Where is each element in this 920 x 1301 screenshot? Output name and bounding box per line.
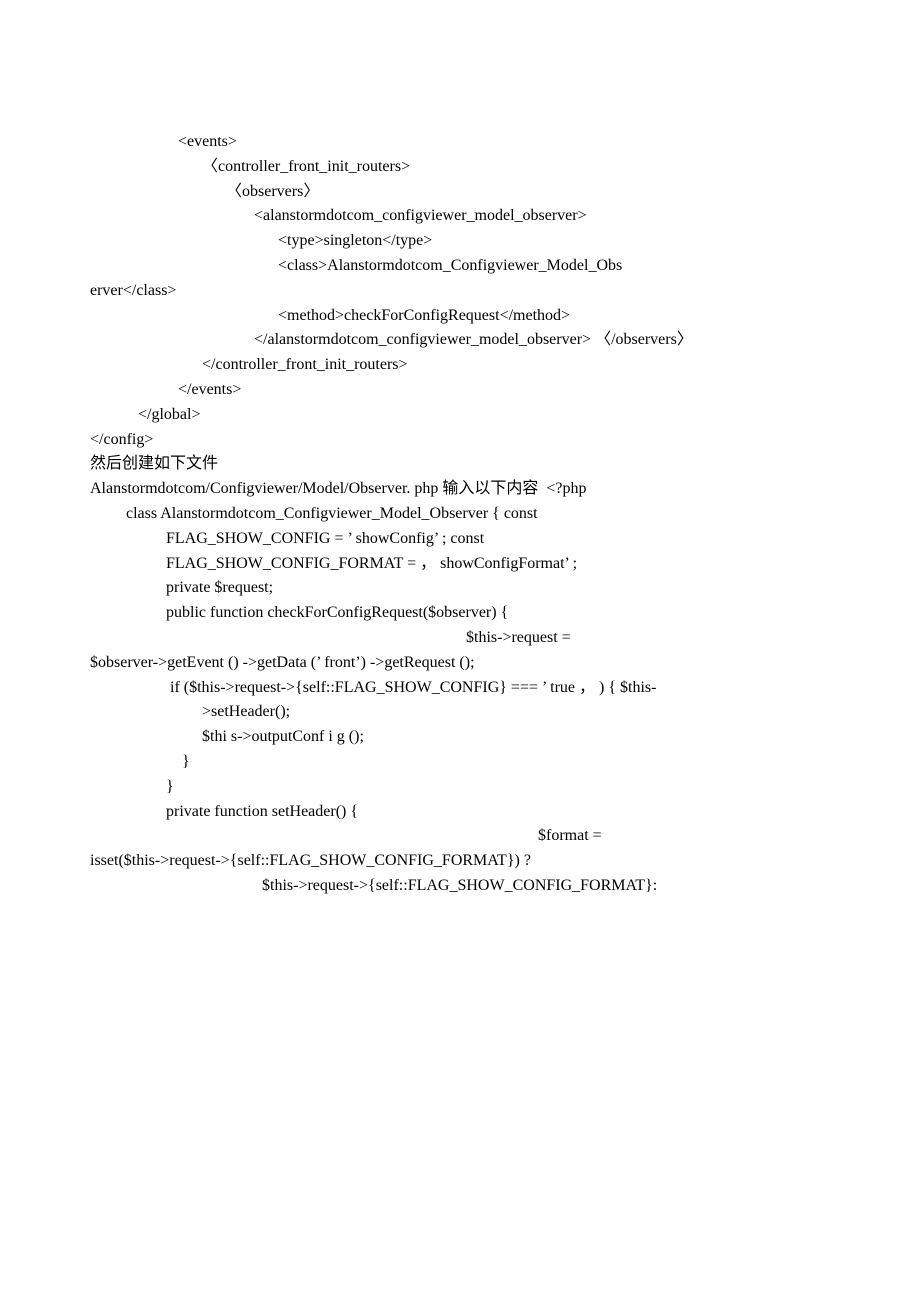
- code-line: >setHeader();: [90, 700, 830, 725]
- code-line: 〈observers〉: [90, 180, 830, 205]
- code-line: public function checkForConfigRequest($o…: [90, 601, 830, 626]
- code-line: private function setHeader() {: [90, 800, 830, 825]
- code-line: }: [90, 775, 830, 800]
- code-line: </alanstormdotcom_configviewer_model_obs…: [90, 328, 830, 353]
- code-line: $observer->getEvent () ->getData (’ fron…: [90, 651, 830, 676]
- code-line: $format =: [90, 824, 830, 849]
- code-line: </global>: [90, 403, 830, 428]
- document-page: <events> 〈controller_front_init_routers>…: [0, 0, 920, 1301]
- code-line: <events>: [90, 130, 830, 155]
- code-line: private $request;: [90, 576, 830, 601]
- code-line: 〈controller_front_init_routers>: [90, 155, 830, 180]
- code-line: </config>: [90, 428, 830, 453]
- code-line: $this->request->{self::FLAG_SHOW_CONFIG_…: [90, 874, 830, 899]
- code-line: </controller_front_init_routers>: [90, 353, 830, 378]
- code-line: Alanstormdotcom/Configviewer/Model/Obser…: [90, 477, 830, 502]
- code-line: class Alanstormdotcom_Configviewer_Model…: [90, 502, 830, 527]
- code-line: isset($this->request->{self::FLAG_SHOW_C…: [90, 849, 830, 874]
- code-line: <alanstormdotcom_configviewer_model_obse…: [90, 204, 830, 229]
- code-line: <class>Alanstormdotcom_Configviewer_Mode…: [90, 254, 830, 279]
- code-line: }: [90, 750, 830, 775]
- code-line: FLAG_SHOW_CONFIG_FORMAT = ， showConfigFo…: [90, 552, 830, 577]
- code-line: </events>: [90, 378, 830, 403]
- code-line: $this->request =: [90, 626, 830, 651]
- code-line: <type>singleton</type>: [90, 229, 830, 254]
- code-line: <method>checkForConfigRequest</method>: [90, 304, 830, 329]
- code-line: erver</class>: [90, 279, 830, 304]
- code-line: $thi s->outputConf i g ();: [90, 725, 830, 750]
- code-line: FLAG_SHOW_CONFIG = ’ showConfig’ ; const: [90, 527, 830, 552]
- code-line: if ($this->request->{self::FLAG_SHOW_CON…: [90, 676, 830, 701]
- text-line: 然后创建如下文件: [90, 452, 830, 477]
